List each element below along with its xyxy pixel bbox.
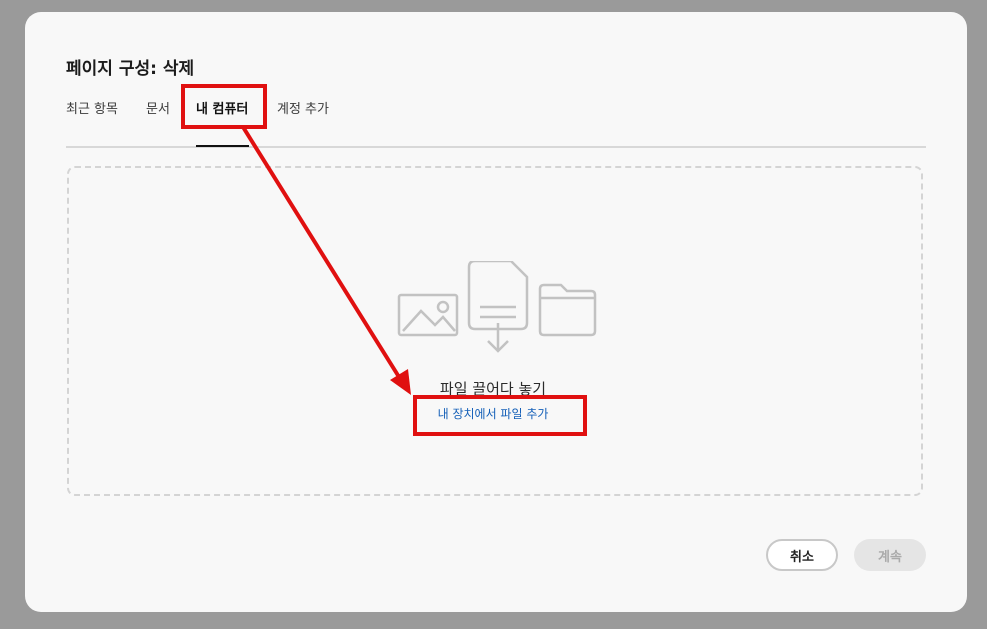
dialog: 페이지 구성: 삭제 최근 항목 문서 내 컴퓨터 계정 추가 파일 끌어다 놓… xyxy=(25,12,967,612)
dropzone-illustration xyxy=(397,261,597,353)
tab-documents[interactable]: 문서 xyxy=(146,98,170,117)
tab-my-computer[interactable]: 내 컴퓨터 xyxy=(196,98,248,117)
tab-divider xyxy=(66,146,926,148)
file-download-icon xyxy=(467,261,529,353)
tab-recent[interactable]: 최근 항목 xyxy=(66,98,118,117)
file-dropzone[interactable]: 파일 끌어다 놓기 내 장치에서 파일 추가 xyxy=(67,166,923,496)
image-icon xyxy=(397,293,459,337)
folder-icon xyxy=(538,283,597,337)
active-tab-indicator xyxy=(196,145,249,147)
dropzone-title: 파일 끌어다 놓기 xyxy=(439,380,547,398)
dialog-title: 페이지 구성: 삭제 xyxy=(66,59,195,79)
tab-add-account[interactable]: 계정 추가 xyxy=(277,98,329,117)
cancel-button[interactable]: 취소 xyxy=(766,539,838,571)
continue-button[interactable]: 계속 xyxy=(854,539,926,571)
add-from-device-link[interactable]: 내 장치에서 파일 추가 xyxy=(65,405,921,422)
